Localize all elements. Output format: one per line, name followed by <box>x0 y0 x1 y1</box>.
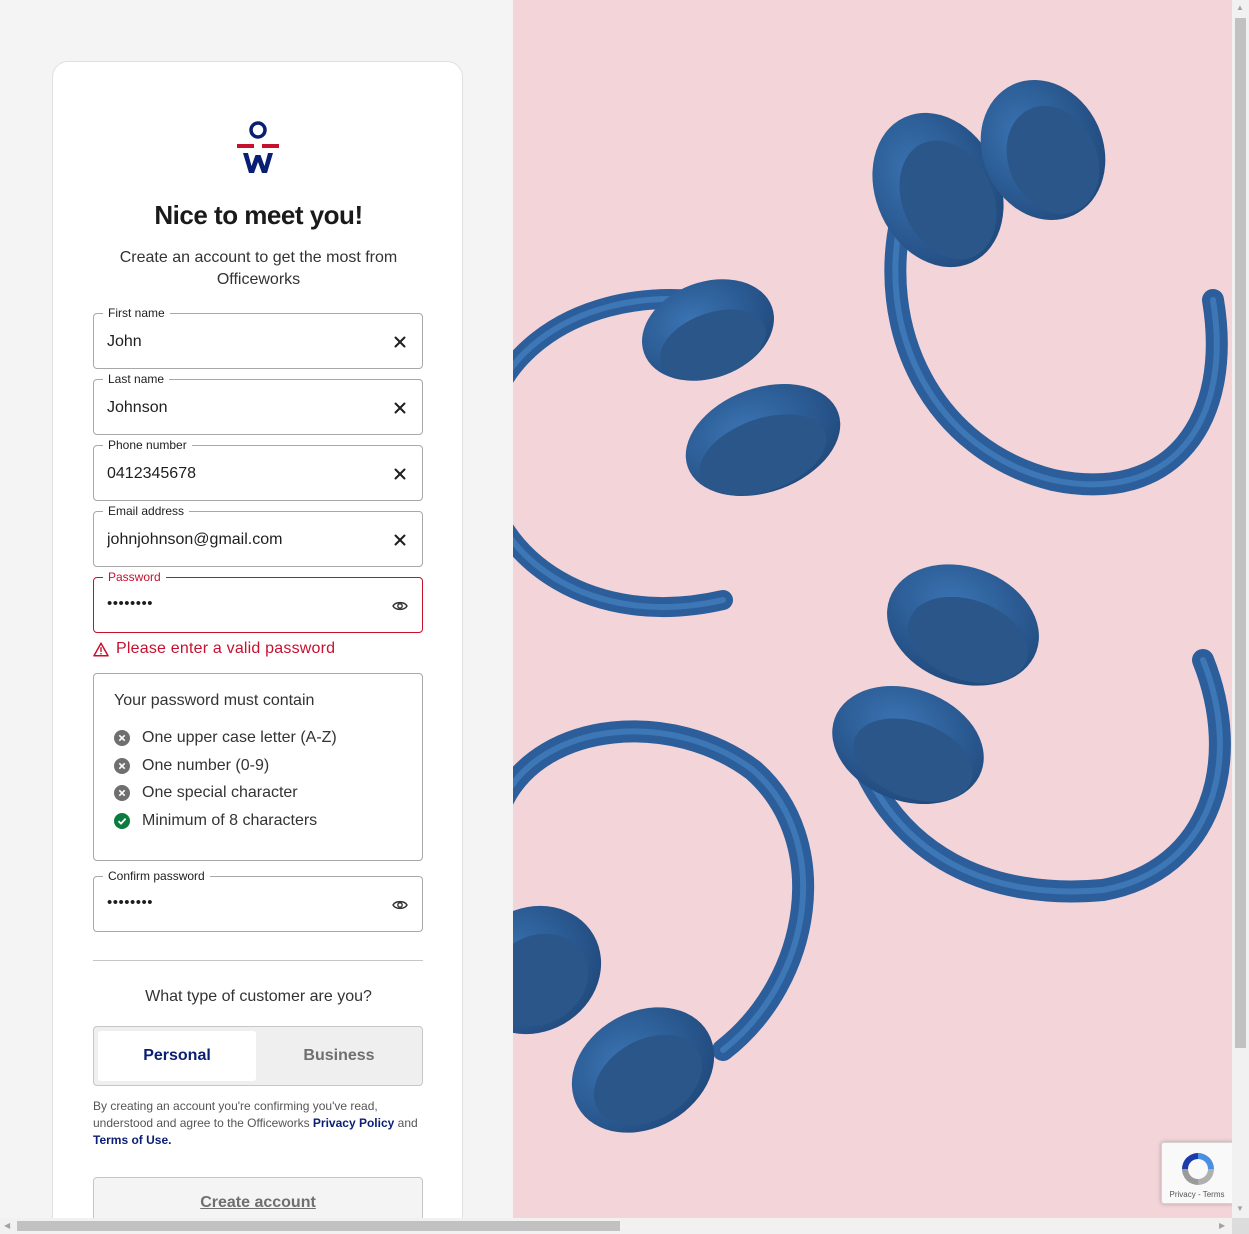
requirement-label: One special character <box>142 784 298 801</box>
customer-type-toggle: Personal Business <box>93 1026 423 1086</box>
page-title: Nice to meet you! <box>154 200 363 230</box>
requirement-item: One upper case letter (A-Z) <box>114 728 337 748</box>
phone-value[interactable]: 0412345678 <box>107 464 377 484</box>
check-circle-icon <box>114 813 130 829</box>
hero-image <box>513 0 1232 1218</box>
email-value[interactable]: johnjohnson@gmail.com <box>107 530 377 550</box>
vertical-scrollbar[interactable]: ▲ ▼ <box>1232 0 1249 1218</box>
password-field[interactable]: Password •••••••• <box>93 570 423 633</box>
password-error-text: Please enter a valid password <box>116 640 336 657</box>
divider <box>93 960 423 961</box>
first-name-field[interactable]: First name John <box>93 306 423 369</box>
customer-type-question: What type of customer are you? <box>145 988 372 1005</box>
requirement-item: Minimum of 8 characters <box>114 811 317 831</box>
horizontal-scroll-thumb[interactable] <box>17 1221 620 1231</box>
last-name-label: Last name <box>103 372 170 386</box>
scrollbar-corner <box>1232 1218 1249 1234</box>
requirement-label: One number (0-9) <box>142 757 270 774</box>
headphones-illustration <box>513 79 1231 1133</box>
x-circle-icon <box>114 758 130 774</box>
terms-of-use-link[interactable]: Terms of Use. <box>93 1133 171 1147</box>
password-requirements: Your password must contain One upper cas… <box>93 673 423 861</box>
recaptcha-icon <box>1182 1153 1214 1185</box>
business-option[interactable]: Business <box>260 1031 418 1081</box>
signup-card: Nice to meet you! Create an account to g… <box>52 61 463 1234</box>
privacy-policy-link[interactable]: Privacy Policy <box>313 1116 394 1130</box>
scroll-down-icon[interactable]: ▼ <box>1236 1204 1244 1213</box>
scroll-left-icon[interactable]: ◀ <box>4 1221 10 1230</box>
confirm-password-field[interactable]: Confirm password •••••••• <box>93 869 423 932</box>
first-name-value[interactable]: John <box>107 332 377 352</box>
confirm-password-value[interactable]: •••••••• <box>107 893 377 913</box>
email-label: Email address <box>103 504 190 518</box>
terms-middle: and <box>394 1116 418 1130</box>
recaptcha-links[interactable]: Privacy - Terms <box>1162 1190 1232 1199</box>
requirement-item: One special character <box>114 783 298 803</box>
password-value[interactable]: •••••••• <box>107 594 377 614</box>
confirm-password-label: Confirm password <box>103 869 210 883</box>
scroll-up-icon[interactable]: ▲ <box>1236 3 1244 12</box>
page-subtitle: Create an account to get the most from O… <box>119 249 398 288</box>
warning-triangle-icon <box>93 641 109 657</box>
recaptcha-badge[interactable]: Privacy - Terms <box>1161 1142 1233 1204</box>
terms-text: By creating an account you're confirming… <box>93 1098 428 1149</box>
vertical-scroll-thumb[interactable] <box>1235 18 1246 1048</box>
password-error: Please enter a valid password <box>93 639 335 659</box>
personal-option[interactable]: Personal <box>98 1031 256 1081</box>
x-circle-icon <box>114 730 130 746</box>
first-name-label: First name <box>103 306 170 320</box>
requirements-title: Your password must contain <box>114 692 315 709</box>
close-icon[interactable] <box>390 530 410 550</box>
eye-icon[interactable] <box>390 596 410 616</box>
requirement-item: One number (0-9) <box>114 756 269 776</box>
requirement-label: Minimum of 8 characters <box>142 812 318 829</box>
email-field[interactable]: Email address johnjohnson@gmail.com <box>93 504 423 567</box>
phone-field[interactable]: Phone number 0412345678 <box>93 438 423 501</box>
officeworks-logo <box>237 121 279 173</box>
close-icon[interactable] <box>390 464 410 484</box>
phone-label: Phone number <box>103 438 192 452</box>
horizontal-scrollbar[interactable]: ◀ ▶ <box>0 1218 1232 1234</box>
x-circle-icon <box>114 785 130 801</box>
last-name-value[interactable]: Johnson <box>107 398 377 418</box>
close-icon[interactable] <box>390 398 410 418</box>
last-name-field[interactable]: Last name Johnson <box>93 372 423 435</box>
close-icon[interactable] <box>390 332 410 352</box>
eye-icon[interactable] <box>390 895 410 915</box>
requirement-label: One upper case letter (A-Z) <box>142 729 337 746</box>
scroll-right-icon[interactable]: ▶ <box>1219 1221 1225 1230</box>
password-label: Password <box>103 570 166 584</box>
